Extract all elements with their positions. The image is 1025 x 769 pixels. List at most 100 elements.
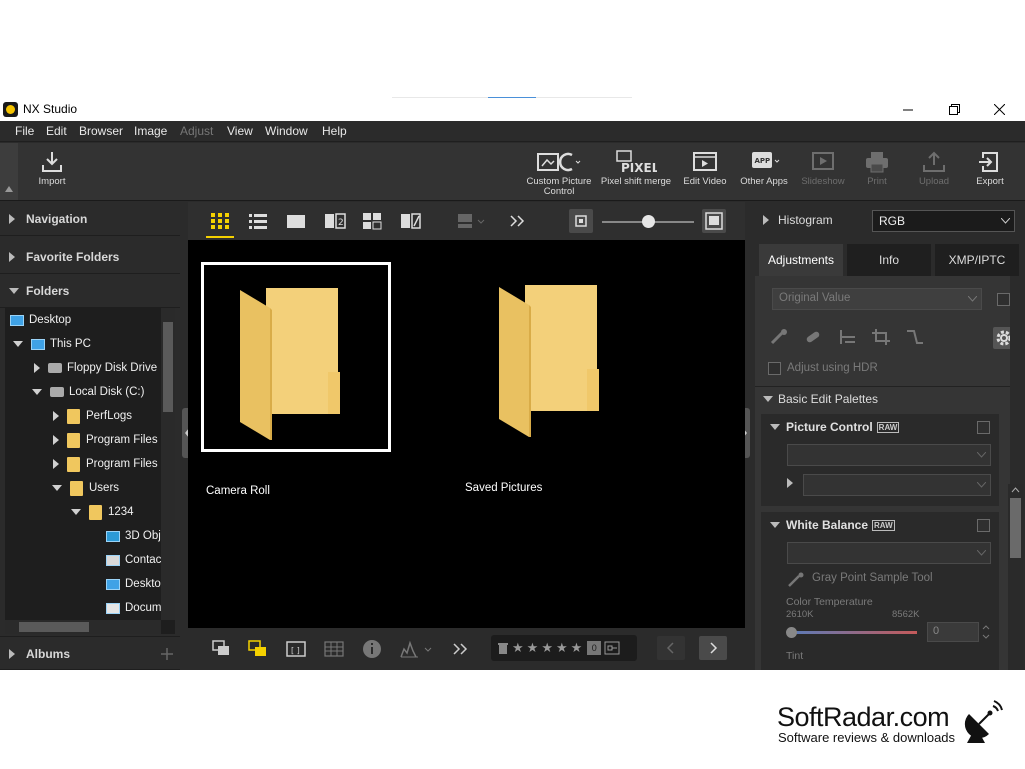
- collapse-arrow-icon[interactable]: [52, 485, 62, 491]
- histogram-display-icon[interactable]: [400, 639, 434, 659]
- close-button[interactable]: [976, 98, 1022, 121]
- star-4-icon[interactable]: ★: [556, 640, 568, 656]
- more-options-icon[interactable]: [452, 640, 470, 658]
- tree-item-documents[interactable]: Docum: [106, 597, 161, 619]
- tree-item-contacts[interactable]: Contac: [106, 549, 161, 571]
- toolbar-collapse-button[interactable]: [0, 143, 18, 200]
- perspective-icon[interactable]: [905, 328, 925, 346]
- crop-icon[interactable]: [871, 328, 891, 346]
- export-button[interactable]: Export: [970, 147, 1010, 187]
- expand-arrow-icon[interactable]: [34, 363, 40, 373]
- expand-arrow-icon[interactable]: [53, 411, 59, 421]
- before-after-view-icon[interactable]: [400, 212, 421, 230]
- thumbnail-item[interactable]: Saved Pictures: [463, 262, 653, 494]
- tab-info[interactable]: Info: [847, 244, 931, 276]
- compare-two-view-icon[interactable]: 2: [324, 212, 346, 230]
- collapse-arrow-icon[interactable]: [770, 424, 780, 430]
- bandage-icon[interactable]: [803, 328, 823, 346]
- slideshow-button[interactable]: Slideshow: [799, 147, 847, 187]
- white-balance-select[interactable]: [787, 542, 991, 564]
- custom-picture-control-button[interactable]: Custom Picture Control: [526, 147, 592, 197]
- menu-edit[interactable]: Edit: [46, 124, 67, 138]
- small-thumbnail-button[interactable]: [569, 209, 593, 233]
- tree-item-perflogs[interactable]: PerfLogs: [53, 405, 132, 427]
- retouch-brush-icon[interactable]: [769, 328, 789, 346]
- previous-image-button[interactable]: [657, 636, 685, 660]
- tree-item-3d-objects[interactable]: 3D Obj: [106, 525, 161, 547]
- menu-window[interactable]: Window: [265, 124, 308, 138]
- collapse-arrow-icon[interactable]: [32, 389, 42, 395]
- expand-arrow-icon[interactable]: [53, 459, 59, 469]
- menu-browser[interactable]: Browser: [79, 124, 123, 138]
- upload-button[interactable]: Upload: [912, 147, 956, 187]
- folders-section[interactable]: Folders: [0, 274, 180, 308]
- print-button[interactable]: Print: [857, 147, 897, 187]
- expand-arrow-icon[interactable]: [53, 435, 59, 445]
- stack-icon[interactable]: [212, 640, 230, 658]
- next-image-button[interactable]: [699, 636, 727, 660]
- navigation-section[interactable]: Navigation: [0, 202, 180, 236]
- protect-icon[interactable]: [604, 641, 620, 655]
- color-temperature-slider[interactable]: [791, 631, 917, 634]
- trash-icon[interactable]: [497, 641, 509, 655]
- minimize-button[interactable]: [885, 98, 931, 121]
- color-temperature-stepper[interactable]: [981, 622, 991, 642]
- tree-item-desktop-user[interactable]: Deskto: [106, 573, 161, 595]
- settings-gear-button[interactable]: [993, 327, 1010, 349]
- picture-control-select[interactable]: [787, 444, 991, 466]
- collapse-arrow-icon[interactable]: [13, 341, 23, 347]
- import-button[interactable]: Import: [30, 147, 74, 187]
- tree-item-this-pc[interactable]: This PC: [13, 333, 91, 355]
- menu-adjust[interactable]: Adjust: [180, 124, 213, 138]
- tab-xmp-iptc[interactable]: XMP/IPTC: [935, 244, 1019, 276]
- tree-item-local-disk[interactable]: Local Disk (C:): [32, 381, 144, 403]
- star-3-icon[interactable]: ★: [541, 640, 553, 656]
- select-all-icon[interactable]: [248, 640, 268, 658]
- star-5-icon[interactable]: ★: [571, 640, 583, 656]
- list-view-icon[interactable]: [248, 212, 268, 230]
- thumbnail-grid-view-icon[interactable]: [210, 212, 230, 230]
- histogram-channel-select[interactable]: RGB: [872, 210, 1015, 232]
- basic-edit-palettes-header[interactable]: Basic Edit Palettes: [778, 392, 878, 406]
- frame-icon[interactable]: [ ]: [286, 640, 306, 658]
- tree-vertical-scrollbar[interactable]: [161, 308, 175, 620]
- star-2-icon[interactable]: ★: [527, 640, 539, 656]
- compare-four-view-icon[interactable]: [362, 212, 382, 230]
- color-temperature-input[interactable]: 0: [927, 622, 979, 642]
- more-options-icon[interactable]: [508, 212, 528, 230]
- star-1-icon[interactable]: ★: [512, 640, 524, 656]
- white-balance-checkbox[interactable]: [977, 519, 990, 532]
- menu-file[interactable]: File: [15, 124, 34, 138]
- collapse-arrow-icon[interactable]: [770, 522, 780, 528]
- thumbnail-size-slider-handle[interactable]: [642, 215, 655, 228]
- picture-control-sub-select[interactable]: [803, 474, 991, 496]
- favorite-folders-section[interactable]: Favorite Folders: [0, 240, 180, 274]
- collapse-arrow-icon[interactable]: [71, 509, 81, 515]
- grid-overlay-icon[interactable]: [324, 640, 344, 658]
- tree-item-program-files-x86[interactable]: Program Files: [53, 453, 158, 475]
- large-thumbnail-button[interactable]: [702, 209, 726, 233]
- original-value-checkbox[interactable]: [997, 293, 1010, 306]
- info-icon[interactable]: [362, 639, 382, 659]
- expand-arrow-icon[interactable]: [787, 478, 793, 488]
- tree-item-floppy[interactable]: Floppy Disk Drive: [34, 357, 157, 379]
- eyedropper-icon[interactable]: [787, 572, 805, 588]
- add-album-icon[interactable]: [161, 648, 173, 660]
- tree-horizontal-scrollbar[interactable]: [5, 620, 161, 634]
- original-value-select[interactable]: Original Value: [772, 288, 982, 310]
- tree-item-program-files[interactable]: Program Files: [53, 429, 158, 451]
- histogram-section[interactable]: Histogram RGB: [755, 202, 1025, 240]
- menu-image[interactable]: Image: [134, 124, 167, 138]
- straighten-icon[interactable]: [837, 328, 857, 346]
- other-apps-button[interactable]: APP Other Apps: [737, 147, 791, 187]
- color-temperature-slider-handle[interactable]: [786, 627, 797, 638]
- display-mode-dropdown-icon[interactable]: [456, 212, 486, 230]
- thumbnail-item[interactable]: Camera Roll: [201, 262, 391, 497]
- collapse-arrow-icon[interactable]: [763, 396, 773, 402]
- adjust-hdr-checkbox[interactable]: [768, 362, 781, 375]
- menu-view[interactable]: View: [227, 124, 253, 138]
- pixel-shift-merge-button[interactable]: PIXEL Pixel shift merge: [599, 147, 673, 187]
- tree-item-1234[interactable]: 1234: [71, 501, 134, 523]
- tree-item-desktop[interactable]: Desktop: [10, 309, 71, 331]
- tab-adjustments[interactable]: Adjustments: [759, 244, 843, 276]
